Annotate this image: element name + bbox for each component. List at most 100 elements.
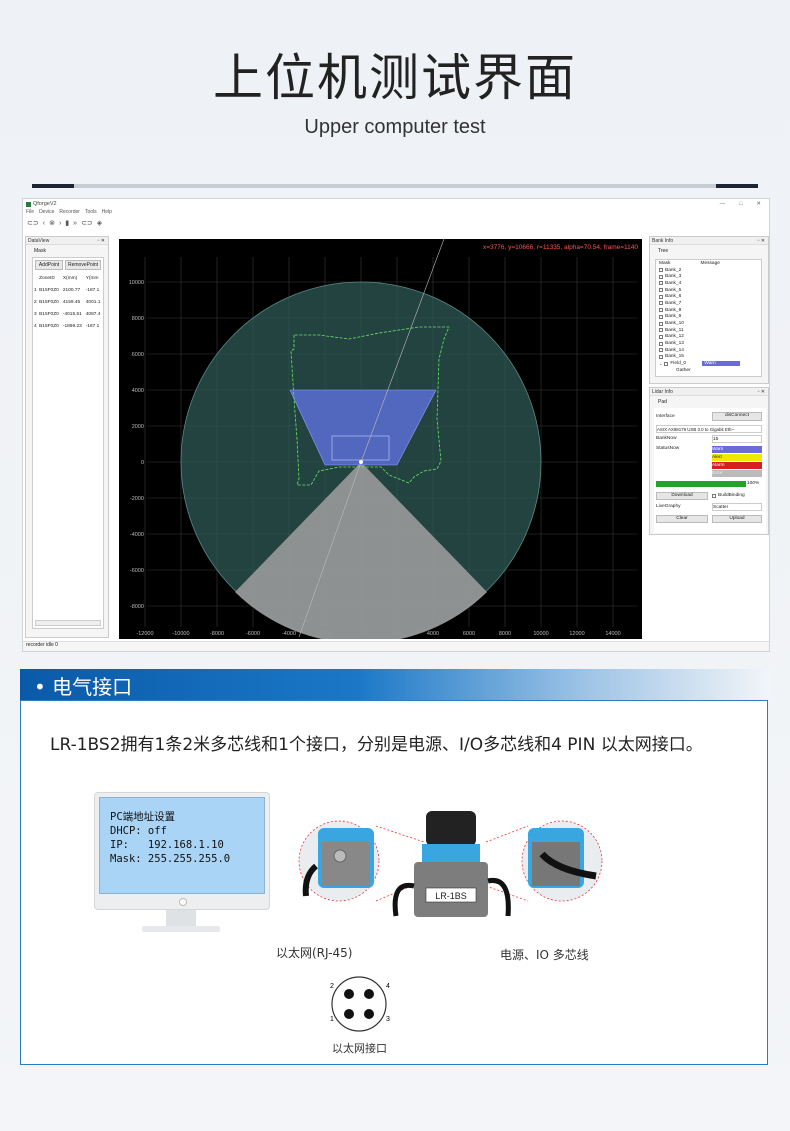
pin-3: 3 — [386, 1016, 390, 1023]
cursor-readout: x=3776, y=10666, r=11335, alpha=70.54, f… — [483, 244, 638, 251]
x-tick-label: 10000 — [533, 631, 548, 637]
caption-connector: 以太网接口 — [332, 1042, 387, 1055]
bank-label: Bank_5 — [665, 287, 682, 293]
y-tick-label: 10000 — [129, 280, 144, 286]
checkbox[interactable] — [664, 361, 669, 366]
checkbox[interactable] — [659, 288, 663, 293]
dataview-title: DataView — [28, 237, 50, 244]
y-tick-label: -8000 — [130, 604, 144, 610]
caption-power: 电源、IO 多芯线 — [500, 948, 589, 962]
menu-file[interactable]: File — [26, 209, 34, 217]
bank-row[interactable]: Bank_12 — [656, 334, 761, 341]
lidar-pad: Interface disConnect ASIX AX88179 USB 3.… — [654, 408, 766, 533]
bank-row[interactable]: Bank_5 — [656, 287, 761, 294]
menu-bar: File Device Recorder Tools Help — [23, 209, 769, 217]
page-title: 上位机测试界面 — [213, 49, 577, 107]
table-row[interactable]: 2 B15F0Z0 4159.45 4001.1 — [33, 296, 103, 308]
field-warn-badge: Warn — [702, 361, 741, 367]
y-tick-label: 0 — [141, 460, 144, 466]
bank-row[interactable]: Bank_4 — [656, 280, 761, 287]
bank-label: Bank_8 — [665, 307, 682, 313]
bank-row[interactable]: Bank_6 — [656, 293, 761, 300]
checkbox[interactable] — [659, 281, 663, 286]
livegraphy-select[interactable]: Scatter — [712, 503, 762, 511]
x-tick-label: 6000 — [463, 631, 475, 637]
close-button[interactable]: ✕ — [756, 201, 761, 207]
bank-label: Bank_7 — [665, 300, 682, 306]
bank-label: Bank_10 — [665, 321, 684, 327]
bank-label: Bank_15 — [665, 354, 684, 360]
title-bar: QforgeV2 — □ ✕ — [23, 199, 769, 209]
bank-row[interactable]: Bank_7 — [656, 300, 761, 307]
buildbinding-checkbox[interactable]: BuildBinding — [712, 493, 745, 498]
gather-row[interactable]: Gather — [656, 367, 761, 374]
tab-tree[interactable]: Tree — [656, 247, 670, 255]
status-warn: Warn — [712, 446, 762, 453]
checkbox[interactable] — [659, 274, 663, 279]
bank-row[interactable]: Bank_2 — [656, 267, 761, 274]
maximize-button[interactable]: □ — [739, 201, 742, 207]
field-row[interactable]: ⌄ Field_0 Warn — [656, 360, 761, 367]
checkbox[interactable] — [659, 341, 663, 346]
bank-row[interactable]: Bank_11 — [656, 327, 761, 334]
adapter-select[interactable]: ASIX AX88179 USB 3.0 to Gigabit Eth~ — [656, 425, 762, 433]
bank-row[interactable]: Bank_3 — [656, 273, 761, 280]
checkbox[interactable] — [659, 308, 663, 313]
remove-point-button[interactable]: RemovePoint — [64, 260, 101, 270]
forward-icon[interactable]: › — [59, 220, 61, 227]
bank-row[interactable]: Bank_14 — [656, 347, 761, 354]
livegraphy-label: LiveGraphy — [656, 504, 681, 509]
add-point-button[interactable]: AddPoint — [35, 260, 63, 270]
clear-button[interactable]: Clear — [656, 515, 708, 523]
record-toggle-icon[interactable]: ⊂⊃ — [81, 219, 93, 227]
upload-button[interactable]: Upload — [712, 515, 762, 523]
target-icon[interactable]: ◈ — [97, 219, 102, 227]
panel-close-icon[interactable]: ▫ ✕ — [758, 238, 768, 244]
panel-close-icon[interactable]: ▫ ✕ — [758, 389, 768, 395]
menu-help[interactable]: Help — [102, 209, 112, 217]
bank-row[interactable]: Bank_8 — [656, 307, 761, 314]
bank-row[interactable]: Bank_9 — [656, 314, 761, 321]
checkbox[interactable] — [659, 321, 663, 326]
panel-close-icon[interactable]: ▫ ✕ — [98, 238, 108, 244]
download-button[interactable]: Download — [656, 492, 708, 500]
device-illustration: LR-1BS — [298, 811, 603, 917]
checkbox[interactable] — [659, 348, 663, 353]
tab-mask[interactable]: Mask — [32, 247, 48, 255]
checkbox[interactable] — [659, 301, 663, 306]
caption-ethernet: 以太网(RJ-45) — [276, 946, 353, 960]
menu-recorder[interactable]: Recorder — [59, 209, 80, 217]
table-row[interactable]: 4 B15F0Z0 -1899.23 -187.1 — [33, 320, 103, 332]
bank-row[interactable]: Bank_13 — [656, 340, 761, 347]
bank-row[interactable]: Bank_15 — [656, 354, 761, 361]
y-tick-label: 4000 — [132, 388, 144, 394]
connect-toggle-icon[interactable]: ⊂⊃ — [27, 219, 39, 227]
minimize-button[interactable]: — — [720, 201, 726, 207]
banknow-spinbox[interactable]: 15 — [712, 435, 762, 443]
back-icon[interactable]: ‹ — [43, 220, 45, 227]
mask-table: ZoneID X(mm) Y(mm 1 B15F0Z0 2100.77 -187.1 2B… — [33, 272, 103, 332]
status-alert: Alert — [712, 454, 762, 461]
table-row[interactable]: 3 B15F0Z0 -4015.51 4087.4 — [33, 308, 103, 320]
status-alarm: Alarm — [712, 462, 762, 469]
table-row[interactable]: 1 B15F0Z0 2100.77 -187.1 — [33, 284, 103, 296]
horizontal-scrollbar[interactable] — [35, 620, 101, 626]
checkbox[interactable] — [659, 314, 663, 319]
x-tick-label: -8000 — [210, 631, 224, 637]
checkbox[interactable] — [659, 354, 663, 359]
menu-device[interactable]: Device — [39, 209, 54, 217]
checkbox[interactable] — [659, 268, 663, 273]
lidar-info-title: Lidar Info — [652, 388, 673, 395]
disconnect-button[interactable]: disConnect — [712, 412, 762, 421]
checkbox[interactable] — [659, 334, 663, 339]
bank-row[interactable]: Bank_10 — [656, 320, 761, 327]
fast-forward-icon[interactable]: » — [73, 220, 77, 227]
tab-pad[interactable]: Pad — [656, 398, 669, 406]
checkbox[interactable] — [659, 294, 663, 299]
pause-icon[interactable]: ▮ — [65, 219, 69, 227]
lidar-plot[interactable]: 10000 8000 6000 4000 2000 0 -2000 -4000 -6000 -80… — [119, 238, 642, 644]
stop-icon[interactable]: ⊗ — [49, 219, 55, 227]
menu-tools[interactable]: Tools — [85, 209, 97, 217]
checkbox[interactable] — [659, 328, 663, 333]
x-tick-label: 8000 — [499, 631, 511, 637]
